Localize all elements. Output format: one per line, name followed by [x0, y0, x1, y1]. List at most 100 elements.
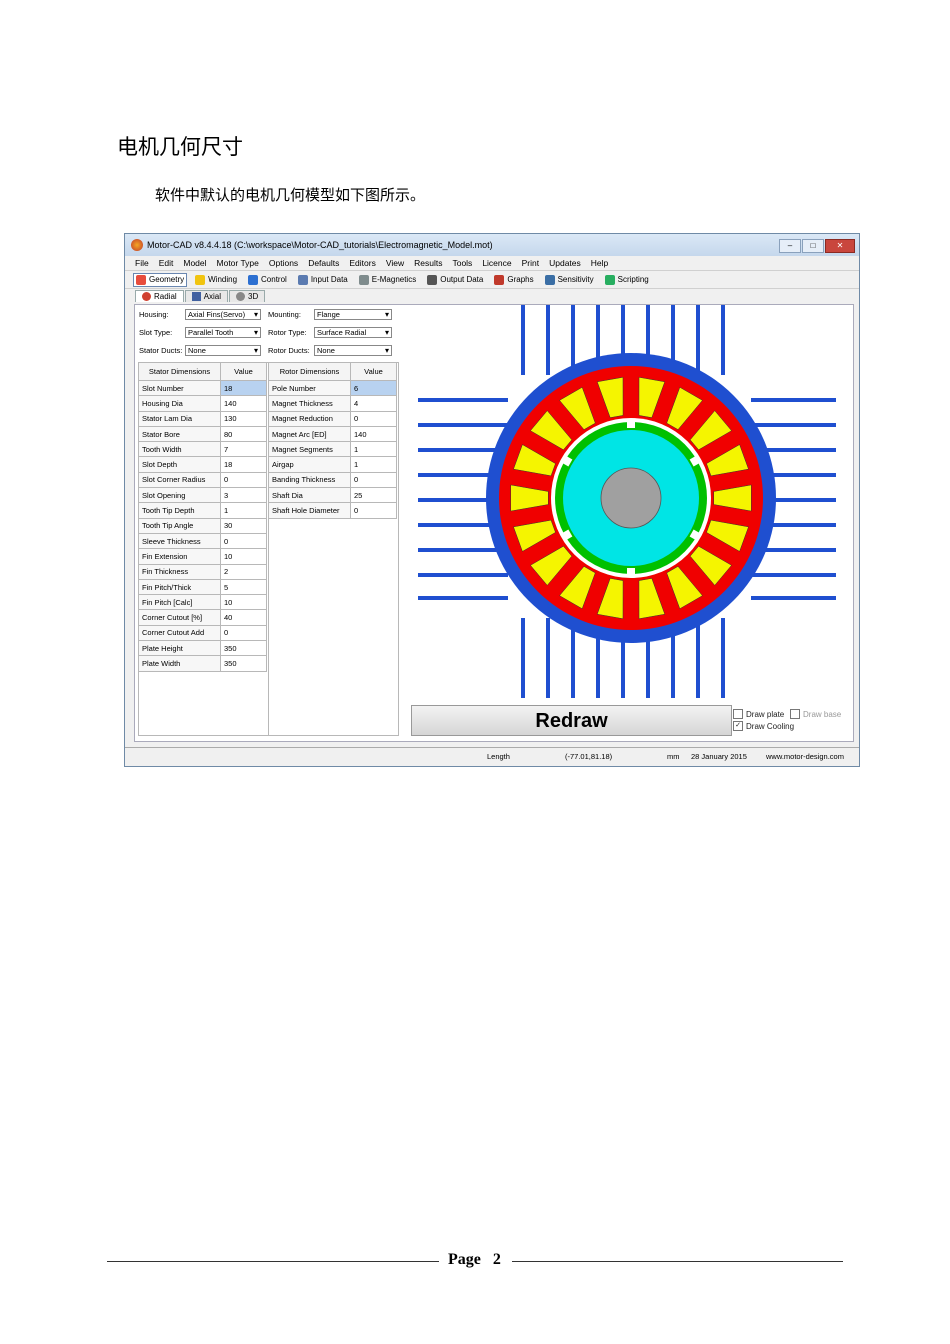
slot-type-label: Slot Type: [139, 328, 173, 337]
mounting-select[interactable]: Flange [314, 309, 392, 320]
dimension-value-input[interactable]: 350 [220, 655, 267, 672]
menu-item-results[interactable]: Results [414, 258, 442, 268]
toolbar-tab-control[interactable]: Control [245, 273, 290, 287]
menu-item-view[interactable]: View [386, 258, 404, 268]
dimension-value-input[interactable]: 5 [220, 578, 267, 596]
dimension-value-input[interactable]: 0 [350, 410, 397, 427]
checkbox-box [733, 709, 743, 719]
geometry-panel: Housing: Axial Fins(Servo) Mounting: Fla… [134, 304, 854, 742]
dimension-value-input[interactable]: 0 [220, 471, 267, 489]
toolbar-tab-geometry[interactable]: Geometry [133, 272, 188, 287]
dimension-name: Fin Pitch/Thick [138, 578, 221, 596]
toolbar-tab-input-data[interactable]: Input Data [295, 273, 351, 287]
dimension-value-input[interactable]: 0 [350, 502, 397, 519]
table-row: Corner Cutout Add 0 [138, 624, 267, 642]
axial-icon [191, 292, 201, 301]
dimension-value-input[interactable]: 18 [220, 456, 267, 473]
draw-cooling-checkbox[interactable]: ✓ Draw Cooling [733, 721, 794, 731]
toolbar-tab-scripting[interactable]: Scripting [602, 273, 652, 287]
dimension-value-input[interactable]: 2 [220, 563, 267, 580]
dimension-value-input[interactable]: 10 [220, 594, 267, 611]
dimension-value-input[interactable]: 1 [220, 502, 267, 519]
dimension-name: Tooth Tip Depth [138, 502, 221, 519]
dimension-value-input[interactable]: 140 [220, 395, 267, 412]
cooling-fin [751, 423, 836, 427]
table-row: Shaft Hole Diameter 0 [268, 502, 397, 519]
menu-item-motor-type[interactable]: Motor Type [217, 258, 259, 268]
menu-item-print[interactable]: Print [522, 258, 539, 268]
cooling-fin [418, 573, 508, 577]
dimension-value-input[interactable]: 40 [220, 609, 267, 626]
table-row: Magnet Segments 1 [268, 441, 397, 458]
tab-3d[interactable]: 3D [229, 290, 266, 302]
dimension-value-input[interactable]: 0 [220, 624, 267, 642]
dimension-value-input[interactable]: 6 [350, 379, 397, 397]
toolbar-tab-e-magnetics[interactable]: E-Magnetics [356, 273, 419, 287]
dimension-value-input[interactable]: 0 [220, 532, 267, 550]
dimension-value-input[interactable]: 18 [220, 379, 267, 397]
housing-label: Housing: [139, 310, 169, 319]
dimension-name: Magnet Segments [268, 441, 351, 458]
dimension-value-input[interactable]: 0 [350, 471, 397, 489]
table-row: Tooth Width 7 [138, 441, 267, 458]
stator-header-value: Value [220, 362, 267, 381]
close-button[interactable]: ✕ [825, 239, 855, 253]
shaft [600, 467, 662, 529]
cooling-fin [721, 305, 725, 375]
toolbar-tab-winding[interactable]: Winding [192, 273, 240, 287]
rotor-type-select[interactable]: Surface Radial [314, 327, 392, 338]
stator-dimensions-table: Stator Dimensions Value Slot Number 18 Hou… [138, 362, 267, 672]
dimension-value-input[interactable]: 130 [220, 410, 267, 427]
draw-plate-checkbox[interactable]: Draw plate [733, 709, 784, 719]
maximize-button[interactable]: □ [802, 239, 824, 253]
menu-item-updates[interactable]: Updates [549, 258, 581, 268]
menu-item-licence[interactable]: Licence [482, 258, 511, 268]
housing-select[interactable]: Axial Fins(Servo) [185, 309, 261, 320]
menu-item-help[interactable]: Help [591, 258, 608, 268]
tab-radial[interactable]: Radial [135, 290, 184, 302]
slot-type-select[interactable]: Parallel Tooth [185, 327, 261, 338]
dimension-value-input[interactable]: 30 [220, 517, 267, 534]
dimension-name: Plate Height [138, 640, 221, 657]
dimension-value-input[interactable]: 80 [220, 425, 267, 443]
toolbar-tab-sensitivity[interactable]: Sensitivity [542, 273, 597, 287]
tab-axial[interactable]: Axial [184, 290, 229, 302]
dimension-name: Fin Thickness [138, 563, 221, 580]
draw-base-checkbox[interactable]: Draw base [790, 709, 841, 719]
dimension-value-input[interactable]: 1 [350, 441, 397, 458]
table-row: Tooth Tip Angle 30 [138, 517, 267, 534]
dimension-value-input[interactable]: 350 [220, 640, 267, 657]
cooling-fin [751, 596, 836, 600]
menu-item-options[interactable]: Options [269, 258, 298, 268]
menu-item-file[interactable]: File [135, 258, 149, 268]
dimension-name: Tooth Width [138, 441, 221, 458]
dimension-value-input[interactable]: 1 [350, 456, 397, 473]
dimension-value-input[interactable]: 3 [220, 487, 267, 504]
dimension-name: Corner Cutout [%] [138, 609, 221, 626]
cooling-fin [696, 305, 700, 375]
status-website: www.motor-design.com [766, 752, 844, 761]
dimension-value-input[interactable]: 10 [220, 548, 267, 565]
menu-item-editors[interactable]: Editors [349, 258, 375, 268]
cooling-fin [521, 305, 525, 375]
menu-item-defaults[interactable]: Defaults [308, 258, 339, 268]
cooling-fin [571, 305, 575, 375]
dimension-value-input[interactable]: 140 [350, 425, 397, 443]
toolbar-tab-graphs[interactable]: Graphs [491, 273, 536, 287]
menu-item-tools[interactable]: Tools [452, 258, 472, 268]
dimension-name: Fin Pitch [Calc] [138, 594, 221, 611]
menu-item-model[interactable]: Model [183, 258, 206, 268]
menu-item-edit[interactable]: Edit [159, 258, 174, 268]
dimension-name: Stator Bore [138, 425, 221, 443]
dimension-value-input[interactable]: 7 [220, 441, 267, 458]
cooling-fin [751, 573, 836, 577]
toolbar-tab-output-data[interactable]: Output Data [424, 273, 486, 287]
dimension-value-input[interactable]: 25 [350, 487, 397, 504]
stator-ducts-select[interactable]: None [185, 345, 261, 356]
rotor-header-value: Value [350, 362, 397, 381]
dimension-value-input[interactable]: 4 [350, 395, 397, 412]
mounting-label: Mounting: [268, 310, 301, 319]
redraw-button[interactable]: Redraw [411, 705, 732, 736]
rotor-ducts-select[interactable]: None [314, 345, 392, 356]
minimize-button[interactable]: – [779, 239, 801, 253]
